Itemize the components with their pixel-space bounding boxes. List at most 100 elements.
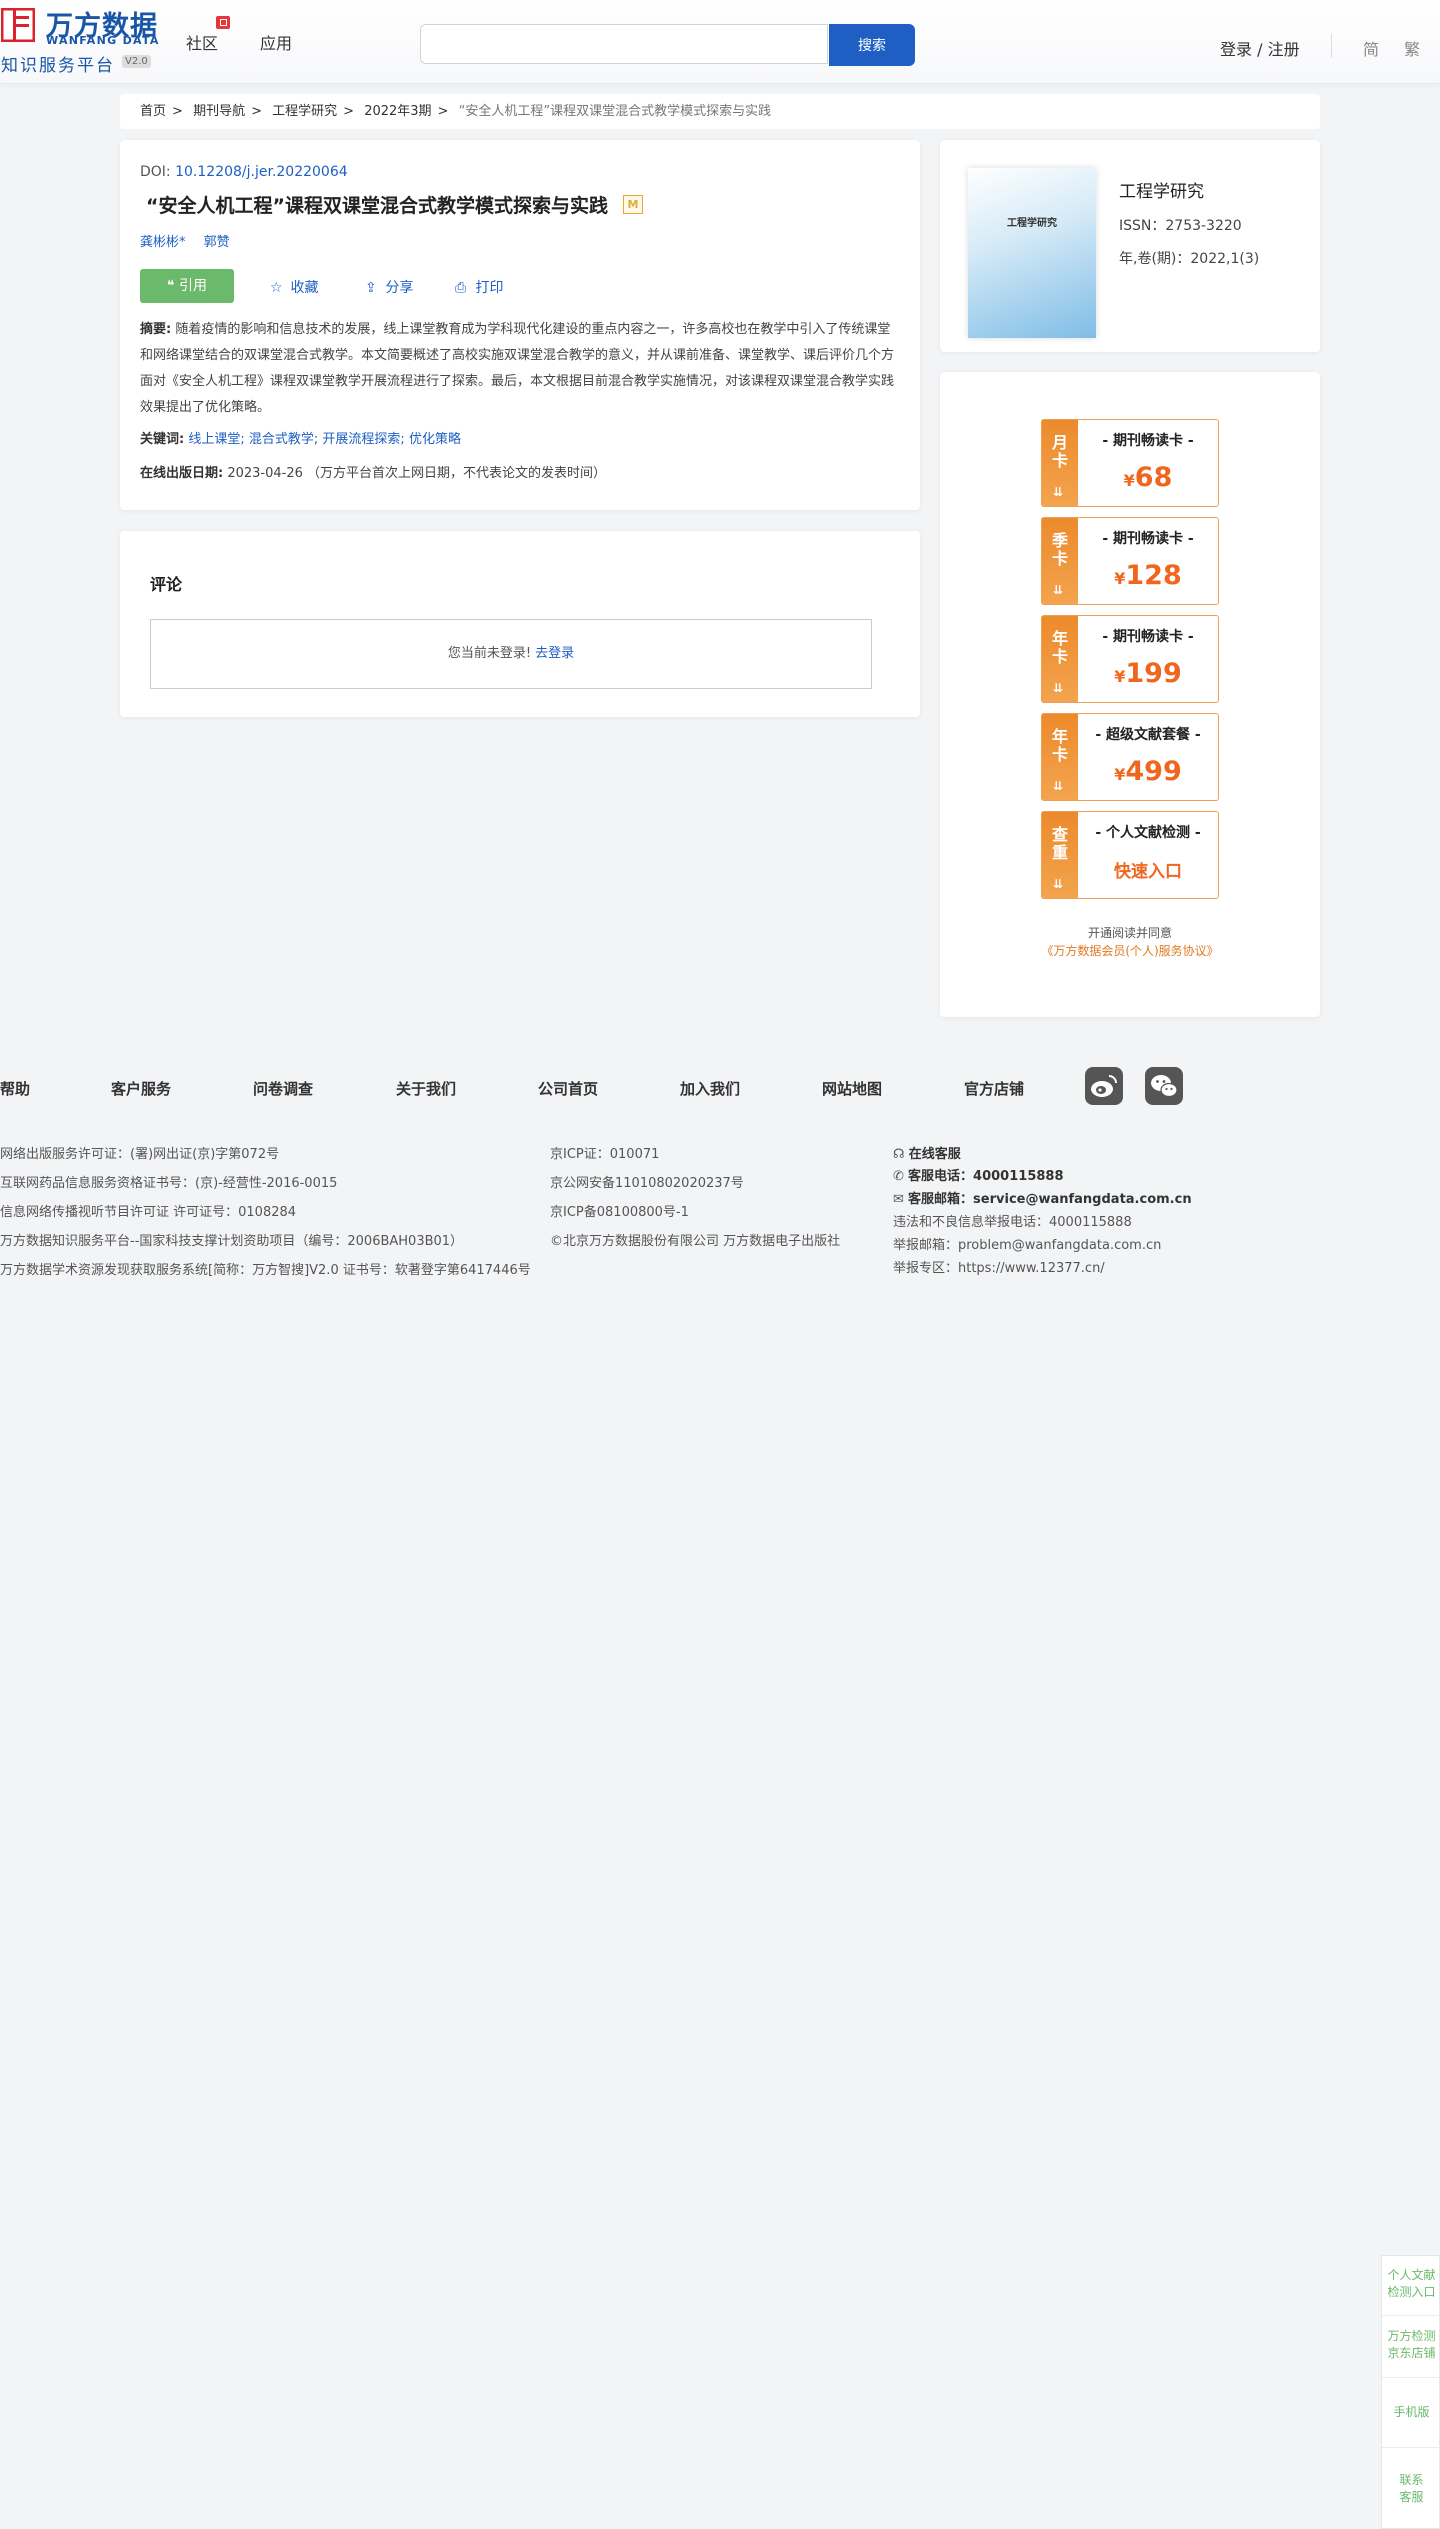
footer-nav-join[interactable]: 加入我们 — [680, 1078, 740, 1099]
pubdate-note: （万方平台首次上网日期，不代表论文的发表时间） — [307, 466, 607, 481]
footer-nav-about[interactable]: 关于我们 — [396, 1078, 456, 1099]
promo-name: - 个人文献检测 - — [1095, 825, 1201, 841]
chevron-down-icon: ⇊ — [1053, 779, 1064, 793]
m-badge-icon: M — [623, 195, 643, 214]
report-zone-link[interactable]: 举报专区：https://www.12377.cn/ — [893, 1257, 1105, 1276]
footer-nav-store[interactable]: 官方店铺 — [964, 1078, 1024, 1099]
wechat-icon[interactable] — [1145, 1067, 1183, 1105]
share-button[interactable]: ⇪ 分享 — [365, 277, 413, 297]
logo-text-en[interactable]: WANFANG DATA — [46, 34, 160, 47]
promo-monthly-card[interactable]: 月 卡 ⇊ - 期刊畅读卡 - ¥68 — [1041, 419, 1219, 507]
journal-volume: 年,卷(期)：2022,1(3) — [1119, 251, 1260, 267]
weibo-icon[interactable] — [1085, 1067, 1123, 1105]
favorite-button[interactable]: ☆ 收藏 — [270, 277, 318, 297]
comment-box: 您当前未登录! 去登录 — [150, 619, 872, 689]
membership-card: 月 卡 ⇊ - 期刊畅读卡 - ¥68 季 卡 ⇊ - 期刊畅读卡 - ¥128… — [940, 372, 1320, 1017]
quote-icon: ❝ — [167, 278, 179, 294]
pubdate-value: 2023-04-26 — [227, 466, 303, 481]
phone-icon: ✆ — [893, 1169, 904, 1184]
search-button[interactable]: 搜索 — [829, 24, 915, 66]
promo-quarterly-card[interactable]: 季 卡 ⇊ - 期刊畅读卡 - ¥128 — [1041, 517, 1219, 605]
promo-super-package-card[interactable]: 年 卡 ⇊ - 超级文献套餐 - ¥499 — [1041, 713, 1219, 801]
nav-apps[interactable]: 应用 — [260, 30, 292, 54]
promo-plagiarism-check-card[interactable]: 查 重 ⇊ - 个人文献检测 - 快速入口 — [1041, 811, 1219, 899]
comment-card: 评论 您当前未登录! 去登录 — [120, 531, 920, 717]
doi-link[interactable]: 10.12208/j.jer.20220064 — [175, 164, 348, 180]
not-logged-text: 您当前未登录! — [447, 646, 532, 661]
promo-name: - 期刊畅读卡 - — [1102, 531, 1194, 547]
promo-yearly-card[interactable]: 年 卡 ⇊ - 期刊畅读卡 - ¥199 — [1041, 615, 1219, 703]
share-icon: ⇪ — [365, 280, 377, 296]
keyword-link[interactable]: 优化策略 — [409, 432, 461, 447]
go-login-link[interactable]: 去登录 — [535, 646, 574, 661]
abstract-text: 随着疫情的影响和信息技术的发展，线上课堂教育成为学科现代化建设的重点内容之一，许… — [140, 322, 895, 415]
journal-name[interactable]: 工程学研究 — [1119, 177, 1204, 202]
chevron-down-icon: ⇊ — [1053, 485, 1064, 499]
breadcrumb-journal-nav[interactable]: 期刊导航 — [193, 104, 245, 119]
breadcrumb-issue[interactable]: 2022年3期 — [364, 104, 431, 119]
publish-date: 在线出版日期: 2023-04-26 （万方平台首次上网日期，不代表论文的发表时… — [140, 462, 606, 481]
report-phone: 违法和不良信息举报电话：4000115888 — [893, 1215, 1132, 1230]
footer-license: 万方数据知识服务平台--国家科技支撑计划资助项目（编号：2006BAH03B01… — [0, 1234, 464, 1249]
wanfang-logo-icon[interactable] — [1, 8, 35, 42]
footer-nav-sitemap[interactable]: 网站地图 — [822, 1078, 882, 1099]
journal-cover[interactable]: 工程学研究 — [968, 168, 1096, 338]
platform-name: 知识服务平台 — [1, 56, 115, 76]
footer-nav-service[interactable]: 客户服务 — [111, 1078, 171, 1099]
promo-price: ¥499 — [1114, 756, 1182, 787]
article-card: DOI: 10.12208/j.jer.20220064 “安全人机工程”课程双… — [120, 140, 920, 510]
abstract-label: 摘要: — [140, 322, 172, 337]
search-input[interactable] — [420, 24, 828, 64]
side-contact-service[interactable]: 联系 客服 — [1382, 2448, 1440, 2528]
keywords-label: 关键词: — [140, 432, 185, 447]
keyword-link[interactable]: 线上课堂; — [188, 432, 244, 447]
keyword-link[interactable]: 混合式教学; — [249, 432, 318, 447]
side-mobile-version[interactable]: 手机版 — [1382, 2378, 1440, 2448]
breadcrumb-journal[interactable]: 工程学研究 — [272, 104, 337, 119]
breadcrumb-current: “安全人机工程”课程双课堂混合式教学模式探索与实践 — [458, 104, 772, 119]
service-phone: ✆ 客服电话：4000115888 — [893, 1169, 1064, 1184]
promo-price: ¥68 — [1123, 462, 1173, 493]
breadcrumb-home[interactable]: 首页 — [140, 104, 166, 119]
agreement-link[interactable]: 《万方数据会员(个人)服务协议》 — [940, 942, 1320, 959]
footer-icp-record[interactable]: 京ICP备08100800号-1 — [550, 1201, 689, 1220]
chevron-down-icon: ⇊ — [1053, 877, 1064, 891]
lang-simplified[interactable]: 简 — [1363, 36, 1379, 60]
online-service[interactable]: ☊ 在线客服 — [893, 1143, 961, 1162]
footer-nav-help[interactable]: 帮助 — [0, 1078, 30, 1099]
footer-license: 信息网络传播视听节目许可证 许可证号：0108284 — [0, 1205, 297, 1220]
author-link[interactable]: 郭赞 — [204, 235, 230, 250]
footer-nav-survey[interactable]: 问卷调查 — [253, 1078, 313, 1099]
print-label: 打印 — [475, 280, 504, 296]
keyword-link[interactable]: 开展流程探索; — [322, 432, 404, 447]
quick-entry-link[interactable]: 快速入口 — [1078, 857, 1218, 882]
report-email: 举报邮箱：problem@wanfangdata.com.cn — [893, 1238, 1162, 1253]
print-button[interactable]: ⎙ 打印 — [455, 277, 503, 297]
nav-community[interactable]: 社区 — [186, 30, 218, 54]
promo-price: ¥199 — [1114, 658, 1182, 689]
footer-license: 万方数据学术资源发现获取服务系统[简称：万方智搜]V2.0 证书号：软著登字第6… — [0, 1263, 531, 1278]
journal-issn: ISSN：2753-3220 — [1119, 218, 1242, 234]
promo-side-tag: 年 卡 ⇊ — [1042, 714, 1078, 800]
lang-traditional[interactable]: 繁 — [1404, 36, 1420, 60]
footer-nav-company[interactable]: 公司首页 — [538, 1078, 598, 1099]
side-plagiarism-entry[interactable]: 个人文献 检测入口 — [1382, 2256, 1440, 2316]
side-jd-store[interactable]: 万方检测 京东店铺 — [1382, 2316, 1440, 2378]
promo-side-tag: 查 重 ⇊ — [1042, 812, 1078, 898]
footer-license: 网络出版服务许可证：(署)网出证(京)字第072号 — [0, 1147, 280, 1162]
footer-police-record[interactable]: 京公网安备11010802020237号 — [550, 1172, 744, 1191]
login-register-link[interactable]: 登录 / 注册 — [1220, 36, 1300, 60]
breadcrumb: 首页 > 期刊导航 > 工程学研究 > 2022年3期 > “安全人机工程”课程双课堂混… — [120, 94, 1320, 129]
comment-title: 评论 — [150, 575, 183, 594]
headset-icon: ☊ — [893, 1147, 905, 1162]
footer-icp[interactable]: 京ICP证：010071 — [550, 1143, 659, 1162]
footer-copyright: ©北京万方数据股份有限公司 万方数据电子出版社 — [550, 1234, 841, 1249]
header-divider — [1331, 34, 1332, 58]
cite-button[interactable]: ❝ 引用 — [140, 269, 234, 303]
promo-price: ¥128 — [1114, 560, 1182, 591]
author-link[interactable]: 龚彬彬* — [140, 235, 186, 250]
promo-side-tag: 月 卡 ⇊ — [1042, 420, 1078, 506]
abstract: 摘要: 随着疫情的影响和信息技术的发展，线上课堂教育成为学科现代化建设的重点内容… — [140, 317, 900, 421]
top-header: 万方数据 WANFANG DATA 知识服务平台 V2.0 社区 应用 搜索 登… — [0, 0, 1440, 84]
favorite-label: 收藏 — [290, 280, 319, 296]
